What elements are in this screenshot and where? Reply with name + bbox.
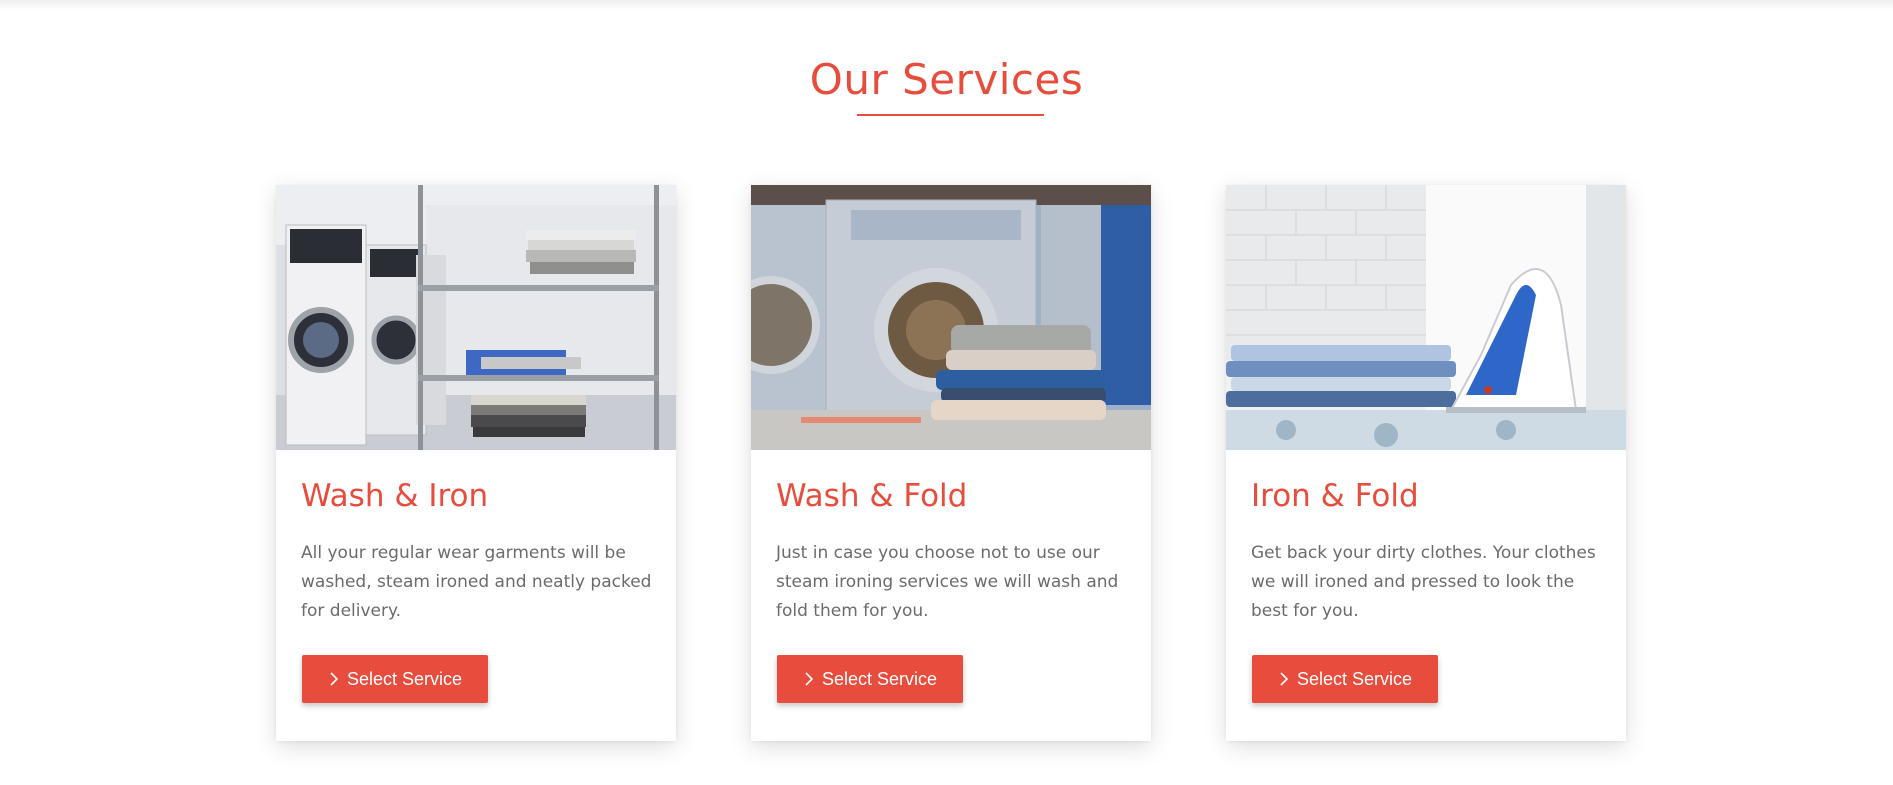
select-service-button[interactable]: Select Service bbox=[1252, 655, 1438, 703]
select-service-button[interactable]: Select Service bbox=[302, 655, 488, 703]
header-shadow bbox=[0, 0, 1893, 10]
select-service-label: Select Service bbox=[346, 668, 463, 689]
select-service-button[interactable]: Select Service bbox=[777, 655, 963, 703]
service-card-iron-fold: Iron & Fold Get back your dirty clothes.… bbox=[1226, 185, 1626, 741]
service-description: Get back your dirty clothes. Your clothe… bbox=[1251, 543, 1596, 621]
chevron-right-icon bbox=[1280, 672, 1289, 686]
title-underline bbox=[857, 114, 1044, 116]
select-service-label: Select Service bbox=[821, 668, 938, 689]
service-title: Wash & Fold bbox=[776, 478, 968, 514]
service-card-wash-iron: Wash & Iron All your regular wear garmen… bbox=[276, 185, 676, 741]
service-title: Wash & Iron bbox=[301, 478, 489, 514]
select-service-label: Select Service bbox=[1296, 668, 1413, 689]
service-image-wash-iron bbox=[276, 185, 676, 450]
service-image-wash-fold bbox=[751, 185, 1151, 450]
section-title: Our Services bbox=[809, 55, 1084, 104]
service-description: All your regular wear garments will be w… bbox=[301, 543, 652, 621]
service-title: Iron & Fold bbox=[1251, 478, 1419, 514]
chevron-right-icon bbox=[330, 672, 339, 686]
service-image-iron-fold bbox=[1226, 185, 1626, 450]
service-card-wash-fold: Wash & Fold Just in case you choose not … bbox=[751, 185, 1151, 741]
chevron-right-icon bbox=[805, 672, 814, 686]
service-description: Just in case you choose not to use our s… bbox=[776, 543, 1119, 621]
